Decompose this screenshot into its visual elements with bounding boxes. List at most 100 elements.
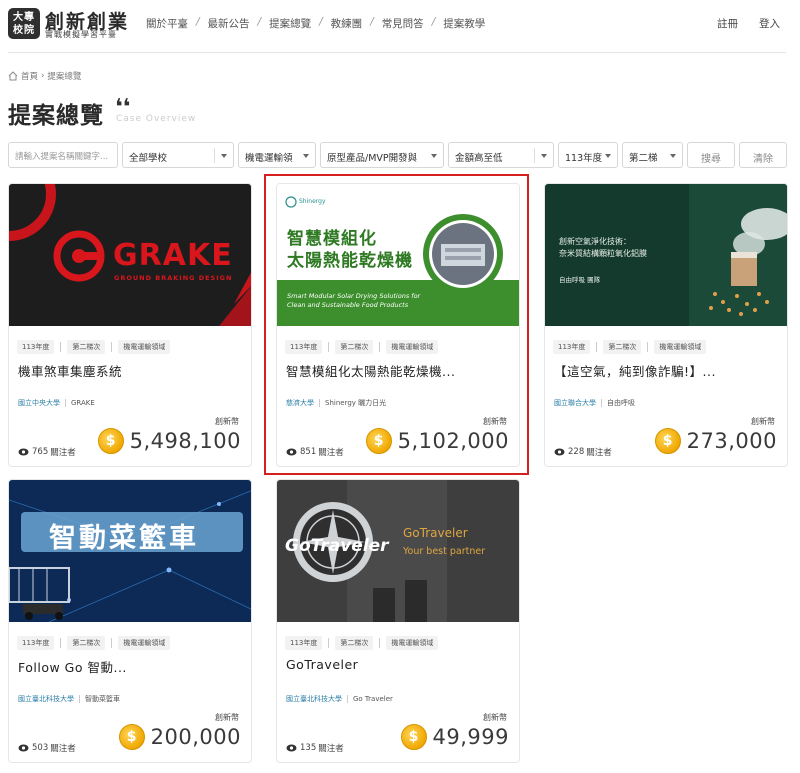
search-button[interactable]: 搜尋 — [687, 142, 735, 168]
login-link[interactable]: 登入 — [759, 16, 780, 31]
tag-divider — [596, 342, 598, 352]
followers: 228 關注者 — [554, 446, 612, 458]
meta-divider — [65, 399, 66, 407]
followers-suffix: 關注者 — [50, 448, 76, 458]
followers-suffix: 關注者 — [318, 744, 344, 754]
gotraveler-subtitle: Your best partner — [403, 546, 486, 557]
card-team: Go Traveler — [353, 695, 393, 703]
logo-subtitle: 實戰模擬學習平臺 — [45, 30, 117, 39]
card-title[interactable]: GoTraveler — [286, 657, 358, 672]
amount-row: $ 273,000 — [654, 428, 777, 454]
round-select-value: 第二梯 — [629, 153, 658, 164]
select-divider — [534, 148, 535, 163]
followers-suffix: 關注者 — [586, 448, 612, 458]
logo-badge[interactable]: 大專 校院 — [8, 8, 40, 39]
tag-divider — [379, 638, 381, 648]
page-title: 提案總覽 — [8, 103, 104, 129]
breadcrumb: 首頁 › 提案總覽 — [8, 70, 81, 82]
amount-value: 49,999 — [432, 725, 509, 749]
tag-year: 113年度 — [285, 636, 323, 650]
clear-button[interactable]: 清除 — [739, 142, 787, 168]
chevron-down-icon — [605, 154, 611, 158]
followers-count: 228 — [568, 447, 585, 457]
card-school: 國立臺北科技大學 — [286, 695, 342, 703]
card-image: GRAKE GROUND BRAKING DESIGN — [9, 184, 251, 326]
tag-year: 113年度 — [17, 340, 55, 354]
nav-about[interactable]: 關於平臺 — [146, 16, 188, 31]
select-divider — [214, 148, 215, 163]
proposal-card[interactable]: GoTraveler GoTraveler Your best partner … — [276, 479, 520, 763]
amount-value: 5,498,100 — [129, 429, 241, 453]
card-tags: 113年度 第二梯次 機電運輸領域 — [17, 340, 171, 354]
proposal-card[interactable]: GRAKE GROUND BRAKING DESIGN 113年度 第二梯次 機… — [8, 183, 252, 467]
register-link[interactable]: 註冊 — [717, 16, 738, 31]
eye-icon — [18, 448, 29, 456]
gotraveler-logo-text: GoTraveler — [285, 536, 389, 556]
home-icon — [8, 71, 18, 81]
breadcrumb-home[interactable]: 首頁 — [21, 70, 38, 82]
card-meta: 國立中央大學 GRAKE — [18, 398, 95, 408]
followers: 503 關注者 — [18, 742, 76, 754]
followers-count: 135 — [300, 743, 317, 753]
air-line3: 自由呼吸 團隊 — [559, 276, 601, 284]
coin-icon: $ — [97, 428, 124, 454]
nav-news[interactable]: 最新公告 — [208, 16, 250, 31]
gotraveler-title: GoTraveler — [403, 526, 468, 540]
amount-row: $ 200,000 — [118, 724, 241, 750]
round-select[interactable]: 第二梯 — [622, 142, 683, 168]
sort-select-value: 金額高至低 — [455, 153, 503, 164]
meta-divider — [79, 695, 80, 703]
school-select-value: 全部學校 — [129, 153, 168, 164]
smart-cart-text: 智動菜籃車 — [49, 523, 199, 554]
nav-separator: / — [370, 16, 374, 28]
nav-proposals[interactable]: 提案總覽 — [269, 16, 311, 31]
tag-field: 機電運輸領域 — [386, 636, 439, 650]
sort-select[interactable]: 金額高至低 — [448, 142, 554, 168]
nav-tutorial[interactable]: 提案教學 — [443, 16, 485, 31]
filter-bar: 請輸入提案名稱關鍵字... 全部學校 機電運輸領 原型產品/MVP開發與 金額高… — [0, 142, 800, 168]
card-title[interactable]: 【這空氣，純到像詐騙!】... — [554, 361, 716, 380]
amount-value: 200,000 — [150, 725, 241, 749]
tag-field: 機電運輸領域 — [118, 636, 171, 650]
eye-icon — [286, 744, 297, 752]
tag-field: 機電運輸領域 — [118, 340, 171, 354]
followers: 135 關注者 — [286, 742, 344, 754]
amount-row: $ 49,999 — [400, 724, 509, 750]
school-select[interactable]: 全部學校 — [122, 142, 234, 168]
year-select[interactable]: 113年度 — [558, 142, 618, 168]
card-school: 國立臺北科技大學 — [18, 695, 74, 703]
amount-label: 創新幣 — [215, 417, 239, 426]
tag-field: 機電運輸領域 — [654, 340, 707, 354]
tag-divider — [111, 638, 113, 648]
grake-logo-subtext: GROUND BRAKING DESIGN — [114, 274, 233, 282]
coin-icon: $ — [400, 724, 427, 750]
field-select[interactable]: 機電運輸領 — [238, 142, 316, 168]
header-divider — [8, 52, 786, 53]
search-input[interactable]: 請輸入提案名稱關鍵字... — [8, 142, 118, 168]
amount-label: 創新幣 — [483, 713, 507, 722]
tag-round: 第二梯次 — [335, 636, 374, 650]
tag-divider — [647, 342, 649, 352]
proposal-card[interactable]: 智動菜籃車 113年度 第二梯次 機電運輸領域 Follow Go 智動... … — [8, 479, 252, 763]
meta-divider — [347, 695, 348, 703]
breadcrumb-current: 提案總覽 — [47, 72, 82, 82]
coin-icon: $ — [654, 428, 681, 454]
nav-coaches[interactable]: 教練團 — [331, 16, 363, 31]
category-select[interactable]: 原型產品/MVP開發與 — [320, 142, 444, 168]
tag-round: 第二梯次 — [603, 340, 642, 354]
card-school: 國立中央大學 — [18, 399, 60, 407]
grake-logo-text: GRAKE — [113, 238, 233, 273]
tag-divider — [111, 342, 113, 352]
card-title[interactable]: 機車煞車集塵系統 — [18, 361, 122, 380]
card-image: 智動菜籃車 — [9, 480, 251, 622]
chevron-down-icon — [670, 154, 676, 158]
card-tags: 113年度 第二梯次 機電運輸領域 — [553, 340, 707, 354]
proposal-card[interactable]: 創新空氣淨化技術： 奈米質結構顆粒氧化鋁膜 自由呼吸 團隊 113年度 第二梯次… — [544, 183, 788, 467]
amount-label: 創新幣 — [751, 417, 775, 426]
followers-count: 765 — [32, 447, 49, 457]
eye-icon — [554, 448, 565, 456]
card-title[interactable]: Follow Go 智動... — [18, 657, 127, 676]
card-meta: 國立臺北科技大學 智動菜籃車 — [18, 694, 120, 704]
tag-year: 113年度 — [17, 636, 55, 650]
nav-faq[interactable]: 常見問答 — [382, 16, 424, 31]
